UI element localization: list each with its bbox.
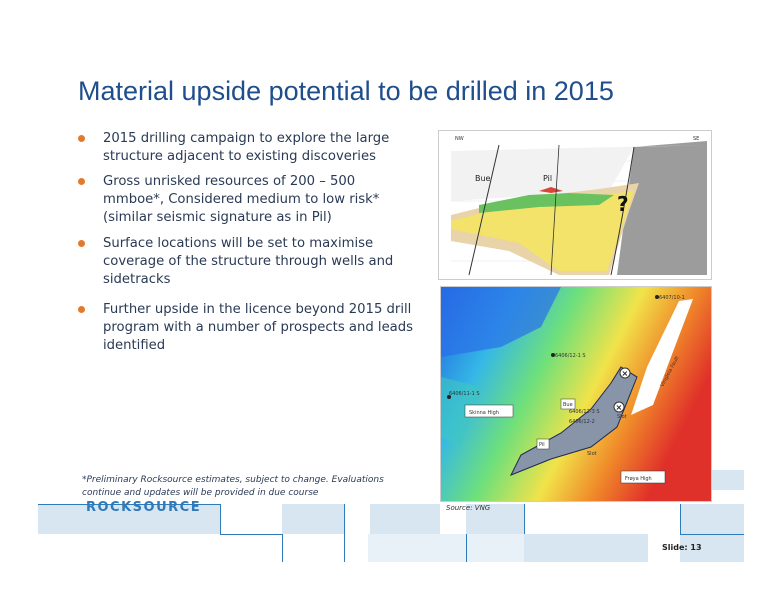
question-mark: ? [617, 192, 629, 216]
slide-title: Material upside potential to be drilled … [78, 76, 614, 106]
decor-line [680, 504, 681, 534]
slide-number: Slide: 13 [662, 543, 702, 552]
bullet-dot-icon [78, 240, 85, 247]
well-label: 6406/12-2 [569, 419, 595, 425]
well-label: 6406/11-1 S [449, 391, 480, 397]
decor-line [282, 534, 283, 562]
decor-block [680, 504, 744, 562]
well-label: 6406/12-1 S [555, 353, 586, 359]
decor-line [220, 534, 282, 535]
se-label: SE [693, 136, 699, 142]
source-note: Source: VNG [446, 504, 491, 512]
decor-line [220, 504, 221, 534]
prospect-map-figure: × × Skinna High Frøya High Bue Pil Slot … [440, 286, 712, 502]
bullet-item: Gross unrisked resources of 200 – 500 mm… [78, 173, 418, 227]
bue-label: Bue [475, 174, 491, 183]
decor-line [680, 534, 744, 535]
decor-line [524, 504, 525, 534]
bullet-item: Surface locations will be set to maximis… [78, 235, 418, 289]
pil-map-label: Pil [539, 442, 545, 448]
bue-map-label: Bue [563, 402, 573, 408]
svg-text:×: × [616, 403, 623, 412]
well-label: 6407/10-1 [659, 295, 685, 301]
bullet-dot-icon [78, 178, 85, 185]
bullet-item: Further upside in the licence beyond 201… [78, 301, 418, 355]
decor-line [466, 534, 467, 562]
cross-section-svg: NW SE Bue Pil ? [439, 131, 711, 279]
nw-label: NW [455, 136, 464, 142]
bullet-list: 2015 drilling campaign to explore the la… [78, 130, 418, 362]
slot-label-2: Slot [587, 451, 597, 457]
prospect-map-svg: × × Skinna High Frøya High Bue Pil Slot … [441, 287, 711, 501]
bullet-dot-icon [78, 135, 85, 142]
bullet-item: 2015 drilling campaign to explore the la… [78, 130, 418, 166]
cross-section-figure: NW SE Bue Pil ? [438, 130, 712, 280]
rocksource-logo: ROCKSOURCE [86, 500, 202, 515]
decor-block [282, 504, 344, 534]
slot-label-1: Slot [617, 414, 627, 420]
pil-label: Pil [543, 174, 552, 183]
decor-line [344, 504, 345, 562]
well-label: 6406/12-3 S [569, 409, 600, 415]
decor-block [370, 504, 440, 534]
skinna-high-label: Skinna High [469, 410, 499, 416]
svg-text:×: × [622, 369, 629, 378]
froya-high-label: Frøya High [625, 476, 652, 482]
decor-block [524, 534, 648, 562]
bullet-dot-icon [78, 306, 85, 313]
footnote: *Preliminary Rocksource estimates, subje… [82, 475, 384, 498]
decor-block [368, 534, 524, 562]
